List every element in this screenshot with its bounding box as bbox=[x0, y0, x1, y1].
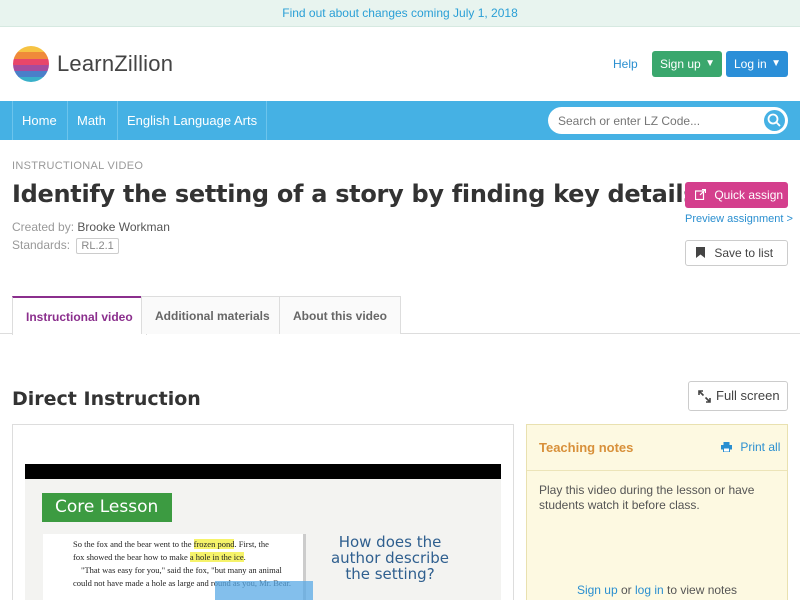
core-lesson-badge: Core Lesson bbox=[42, 493, 172, 522]
author-link[interactable]: Brooke Workman bbox=[77, 220, 169, 234]
quick-assign-label: Quick assign bbox=[714, 188, 784, 202]
nav-item-math[interactable]: Math bbox=[67, 101, 115, 140]
help-link[interactable]: Help bbox=[613, 57, 638, 71]
content-type-label: INSTRUCTIONAL VIDEO bbox=[12, 160, 144, 172]
blue-highlight bbox=[215, 581, 313, 600]
standards-label: Standards: bbox=[12, 238, 71, 252]
share-icon bbox=[694, 188, 707, 201]
highlight-hole-in-ice: a hole in the ice bbox=[189, 552, 244, 562]
teaching-notes-body: Play this video during the lesson or hav… bbox=[539, 483, 755, 512]
nav-item-ela[interactable]: English Language Arts bbox=[117, 101, 268, 140]
chevron-down-icon: ▼ bbox=[771, 58, 781, 69]
bookmark-icon bbox=[696, 247, 705, 258]
teaching-notes-header: Teaching notes Print all bbox=[527, 425, 787, 471]
save-label: Save to list bbox=[714, 246, 774, 260]
setting-question: How does the author describe the setting… bbox=[330, 533, 450, 583]
announcement-text[interactable]: Find out about changes coming July 1, 20… bbox=[282, 6, 518, 20]
search-button[interactable] bbox=[764, 110, 785, 131]
excerpt-line: So the fox and the bear went to the froz… bbox=[73, 539, 269, 549]
preview-assignment-link[interactable]: Preview assignment > bbox=[685, 213, 793, 225]
teaching-notes-panel: Teaching notes Print all Play this video… bbox=[526, 424, 788, 600]
video-frame[interactable]: Core Lesson So the fox and the bear went… bbox=[25, 479, 501, 600]
created-by-label: Created by: bbox=[12, 220, 75, 234]
learnzillion-logo-icon[interactable] bbox=[12, 45, 50, 83]
full-screen-label: Full screen bbox=[716, 388, 780, 403]
save-to-list-button[interactable]: Save to list bbox=[685, 240, 788, 266]
created-by: Created by: Brooke Workman bbox=[12, 220, 170, 234]
notes-signup-link[interactable]: Sign up bbox=[577, 583, 618, 597]
teaching-notes-footer: Sign up or log in to view notes bbox=[527, 583, 787, 597]
nav-item-home[interactable]: Home bbox=[12, 101, 66, 140]
excerpt-line: fox showed the bear how to make a hole i… bbox=[73, 552, 246, 562]
notes-login-link[interactable]: log in bbox=[635, 583, 664, 597]
notes-or-text: or bbox=[617, 583, 635, 597]
print-all-link[interactable]: Print all bbox=[721, 440, 780, 454]
signup-button[interactable]: Sign up ▼ bbox=[652, 51, 722, 77]
standard-badge[interactable]: RL.2.1 bbox=[76, 238, 119, 254]
expand-icon bbox=[698, 390, 711, 403]
printer-icon bbox=[721, 442, 732, 453]
section-title: Direct Instruction bbox=[12, 388, 201, 410]
search-input[interactable] bbox=[548, 107, 788, 134]
excerpt-line: "That was easy for you," said the fox, "… bbox=[81, 565, 282, 575]
tab-additional-materials[interactable]: Additional materials bbox=[141, 296, 284, 334]
chevron-down-icon: ▼ bbox=[705, 58, 715, 69]
teaching-notes-title: Teaching notes bbox=[539, 440, 634, 455]
site-header: LearnZillion Help Sign up ▼ Log in ▼ bbox=[0, 27, 800, 101]
login-button[interactable]: Log in ▼ bbox=[726, 51, 788, 77]
highlight-frozen-pond: frozen pond bbox=[193, 539, 235, 549]
search-icon bbox=[767, 113, 781, 127]
brand-name[interactable]: LearnZillion bbox=[57, 51, 173, 77]
login-label: Log in bbox=[734, 57, 767, 71]
print-all-label: Print all bbox=[740, 440, 781, 454]
video-top-bar bbox=[25, 464, 501, 479]
signup-label: Sign up bbox=[660, 57, 701, 71]
standards: Standards: RL.2.1 bbox=[12, 238, 119, 254]
video-player[interactable]: Core Lesson So the fox and the bear went… bbox=[12, 424, 514, 600]
notes-rest-text: to view notes bbox=[663, 583, 738, 597]
page-title: Identify the setting of a story by findi… bbox=[12, 180, 698, 208]
tab-instructional-video[interactable]: Instructional video bbox=[12, 296, 147, 335]
main-nav: Home Math English Language Arts bbox=[0, 101, 800, 140]
announcement-banner[interactable]: Find out about changes coming July 1, 20… bbox=[0, 0, 800, 27]
tab-about-this-video[interactable]: About this video bbox=[279, 296, 401, 334]
full-screen-button[interactable]: Full screen bbox=[688, 381, 788, 411]
quick-assign-button[interactable]: Quick assign bbox=[685, 182, 788, 208]
